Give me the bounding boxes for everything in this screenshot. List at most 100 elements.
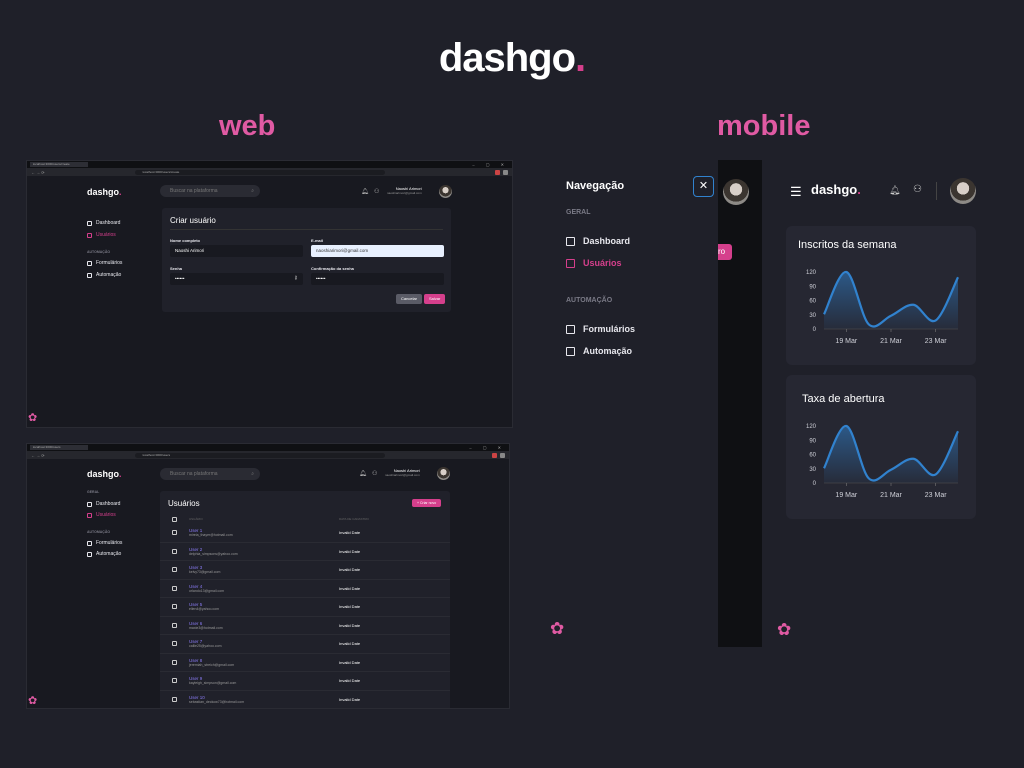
react-devtools-icon[interactable]: ✿ [28, 694, 37, 707]
table-row[interactable]: User 5 ellen4@yahoo.com Invalid Date [160, 598, 450, 617]
save-button[interactable]: Salvar [424, 294, 446, 304]
row-checkbox[interactable] [172, 604, 177, 610]
select-all-checkbox[interactable] [172, 516, 177, 522]
address-bar[interactable]: localhost:3000/users/create [134, 169, 385, 175]
chart-card-open-rate: Taxa de abertura 0 30 60 90 120 19 Mar 21 Mar 2… [786, 375, 976, 519]
users-table-body: User 1 mireia_thayer@hotmail.com Invalid D… [160, 524, 450, 709]
cancel-button[interactable]: Cancelar [396, 294, 423, 304]
name-field[interactable]: Naoshi Arimori [170, 245, 303, 257]
browser-tab[interactable]: localhost:3000/users/create [30, 162, 88, 167]
user-row-date: Invalid Date [339, 678, 361, 684]
bell-icon[interactable]: 🔔︎ [361, 188, 369, 195]
automation-icon [87, 272, 92, 278]
user-row-email: maxie3@hotmail.com [189, 625, 223, 630]
app-logo[interactable]: dashgo. [87, 469, 122, 479]
browser-tabbar: localhost:3000/users/create – ▢ ✕ [27, 161, 512, 168]
brand-logo: dashgo. [438, 36, 586, 80]
row-checkbox[interactable] [172, 585, 177, 591]
sidebar-item-automation[interactable]: Automação [87, 272, 122, 278]
table-row[interactable]: User 4 orlando13@gmail.com Invalid Date [160, 580, 450, 598]
y-tick-label: 90 [809, 438, 816, 444]
sidebar-item-forms[interactable]: Formulários [87, 260, 122, 266]
row-checkbox[interactable] [172, 678, 177, 684]
row-checkbox[interactable] [172, 548, 177, 554]
table-row[interactable]: User 2 delphia_simpsons@yahoo.com Invalid … [160, 543, 450, 561]
table-row[interactable]: User 1 mireia_thayer@hotmail.com Invalid D… [160, 524, 450, 543]
sidebar-item-users[interactable]: Usuários [87, 512, 122, 518]
drawer-item-dashboard[interactable]: Dashboard [566, 236, 630, 246]
bell-icon[interactable]: 🔔︎ [889, 185, 900, 196]
react-devtools-icon[interactable]: ✿ [777, 620, 791, 640]
email-field[interactable]: naoshiarimori@gmail.com [311, 245, 444, 257]
forms-icon [87, 540, 92, 546]
react-devtools-icon[interactable]: ✿ [28, 411, 37, 424]
password-field[interactable]: •••••• [170, 273, 303, 285]
search-icon[interactable]: ⌕ [251, 468, 254, 480]
table-row[interactable]: User 10 sebastian_deckow73@hotmail.com Inv… [160, 691, 450, 709]
extension-icon[interactable] [492, 452, 497, 458]
user-row-date: Invalid Date [339, 696, 361, 702]
user-add-icon[interactable]: ⚇ [372, 470, 377, 477]
y-tick-label: 120 [806, 270, 817, 276]
browser-urlbar: ← → ⟳ localhost:3000/users/create [27, 168, 512, 176]
user-row-date: Invalid Date [339, 641, 361, 647]
sidebar-item-forms[interactable]: Formulários [87, 540, 122, 546]
y-tick-label: 60 [809, 299, 816, 305]
user-row-date: Invalid Date [339, 567, 361, 573]
avatar[interactable] [723, 179, 749, 205]
subscribers-chart: 0 30 60 90 120 19 Mar 21 Mar 23 Mar [806, 270, 959, 345]
app-logo[interactable]: dashgo. [87, 187, 122, 197]
nav-arrows-icon[interactable]: ← → ⟳ [31, 170, 45, 175]
menu-icon[interactable]: ☰ [790, 184, 802, 200]
avatar[interactable] [437, 467, 450, 480]
confirm-password-field[interactable]: •••••• [311, 273, 444, 285]
bell-icon[interactable]: 🔔︎ [359, 470, 367, 477]
table-row[interactable]: User 6 maxie3@hotmail.com Invalid Date [160, 617, 450, 635]
sidebar-item-dashboard[interactable]: Dashboard [87, 501, 122, 507]
table-row[interactable]: User 8 jeremiah_streich@gmail.com Invalid … [160, 654, 450, 672]
close-icon[interactable]: ✕ [693, 176, 714, 197]
sidebar-item-dashboard[interactable]: Dashboard [87, 220, 122, 226]
table-row[interactable]: User 7 callie25@yahoo.com Invalid Date [160, 635, 450, 654]
drawer-item-automation[interactable]: Automação [566, 346, 632, 356]
row-checkbox[interactable] [172, 567, 177, 573]
row-checkbox[interactable] [172, 622, 177, 628]
browser-tab[interactable]: localhost:3000/users [30, 445, 88, 450]
create-new-button[interactable]: + Criar novo [412, 499, 442, 507]
avatar[interactable] [439, 185, 452, 198]
user-add-icon[interactable]: ⚇ [913, 184, 922, 195]
user-row-email: delphia_simpsons@yahoo.com [189, 551, 238, 556]
search-input[interactable]: Buscar na plataforma ⌕ [160, 185, 260, 197]
sidebar-item-automation[interactable]: Automação [87, 551, 122, 557]
row-checkbox[interactable] [172, 696, 177, 702]
search-input[interactable]: Buscar na plataforma ⌕ [160, 468, 260, 480]
search-icon[interactable]: ⌕ [251, 185, 254, 197]
chart-title: Inscritos da semana [798, 239, 897, 251]
window-controls[interactable]: – ▢ ✕ [472, 162, 512, 167]
web-section-title: web [219, 110, 276, 142]
row-checkbox[interactable] [172, 641, 177, 647]
page-title: Usuários [168, 499, 200, 508]
sidebar-item-users[interactable]: Usuários [87, 232, 122, 238]
react-devtools-icon[interactable]: ✿ [550, 619, 564, 639]
extension-icon[interactable] [500, 452, 505, 458]
extension-icon[interactable] [503, 169, 508, 175]
table-row[interactable]: User 3 kelvy73@gmail.com Invalid Date [160, 561, 450, 580]
user-row-date: Invalid Date [339, 604, 361, 610]
window-controls[interactable]: – ▢ ✕ [469, 445, 509, 450]
extension-icon[interactable] [495, 169, 500, 175]
user-add-icon[interactable]: ⚇ [374, 188, 379, 195]
row-checkbox[interactable] [172, 530, 177, 536]
row-checkbox[interactable] [172, 659, 177, 665]
nav-arrows-icon[interactable]: ← → ⟳ [31, 453, 45, 458]
automation-icon [87, 551, 92, 557]
user-row-date: Invalid Date [339, 548, 361, 554]
table-row[interactable]: User 9 kayleigh_simpson@gmail.com Invalid … [160, 672, 450, 691]
key-icon[interactable]: ⚷ [294, 275, 298, 281]
address-bar[interactable]: localhost:3000/users [134, 452, 385, 458]
app-logo[interactable]: dashgo. [811, 182, 861, 197]
avatar[interactable] [950, 178, 976, 204]
drawer-item-forms[interactable]: Formulários [566, 324, 635, 334]
drawer-item-users[interactable]: Usuários [566, 258, 622, 268]
open-rate-chart: 0 30 60 90 120 19 Mar 21 Mar 23 Mar [806, 424, 959, 499]
